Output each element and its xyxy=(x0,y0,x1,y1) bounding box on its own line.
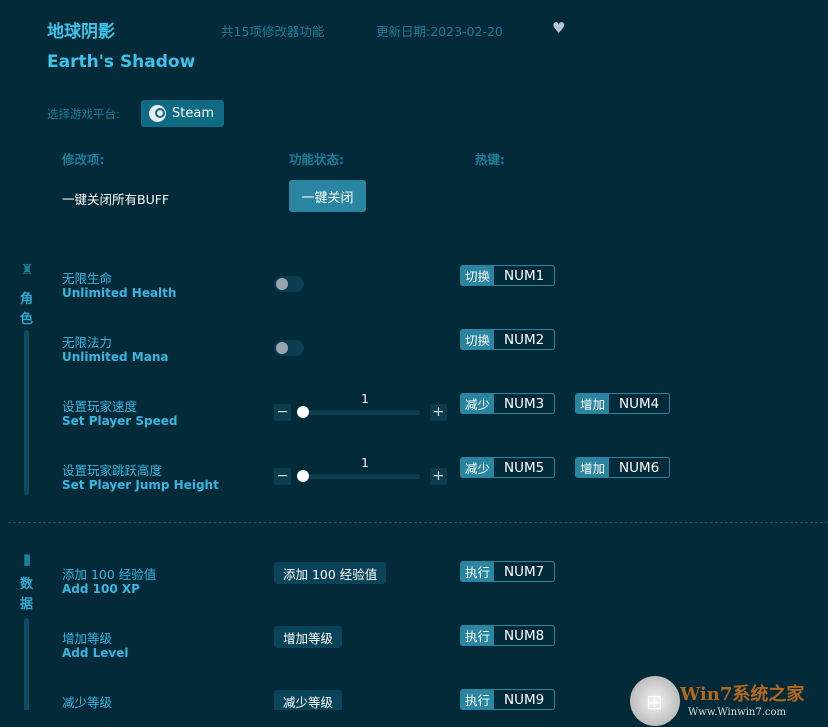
increase-button[interactable]: + xyxy=(430,468,447,485)
feature-toggle[interactable] xyxy=(274,276,304,292)
hotkey-key: NUM5 xyxy=(504,459,545,476)
row-label-cn: 设置玩家速度 xyxy=(62,399,138,414)
action-button[interactable]: 增加等级 xyxy=(274,626,343,648)
hotkey-action: 减少 xyxy=(461,458,495,477)
update-date: 更新日期:2023-02-20 xyxy=(376,24,503,39)
hotkey-badge[interactable]: 切换 NUM1 xyxy=(460,265,556,286)
platform-label: 选择游戏平台: xyxy=(47,107,120,121)
section-scroll-indicator xyxy=(24,618,29,710)
hotkey-badge[interactable]: 减少 NUM3 xyxy=(460,393,556,414)
increase-button[interactable]: + xyxy=(430,404,447,421)
toggle-knob xyxy=(276,342,288,354)
slider-value: 1 xyxy=(361,456,369,470)
hotkey-badge[interactable]: 切换 NUM2 xyxy=(460,329,556,350)
hotkey-badge[interactable]: 增加 NUM6 xyxy=(575,457,671,478)
row-label-en: Set Player Jump Height xyxy=(62,478,219,492)
section-scroll-indicator xyxy=(24,330,29,495)
toggle-knob xyxy=(276,278,288,290)
hotkey-action: 执行 xyxy=(461,690,495,709)
hotkey-badge[interactable]: 执行 NUM7 xyxy=(460,561,556,582)
hotkey-key: NUM2 xyxy=(504,331,545,348)
row-label-cn: 添加 100 经验值 xyxy=(62,567,157,582)
section-label-data: 数 据 xyxy=(20,575,34,615)
feature-toggle[interactable] xyxy=(274,340,304,356)
steam-platform-button[interactable]: Steam xyxy=(141,100,224,127)
action-button[interactable]: 减少等级 xyxy=(274,690,343,710)
section-char: 据 xyxy=(20,597,34,612)
hotkey-key: NUM6 xyxy=(619,459,660,476)
decrease-button[interactable]: − xyxy=(274,404,291,421)
row-label-cn: 无限法力 xyxy=(62,335,113,350)
section-char: 色 xyxy=(20,312,34,327)
section-divider xyxy=(8,522,828,523)
row-label-en: Set Player Speed xyxy=(62,414,178,428)
slider-value: 1 xyxy=(361,392,369,406)
game-title-en: Earth's Shadow xyxy=(47,52,196,72)
feature-count: 共15项修改器功能 xyxy=(221,24,325,39)
hotkey-badge[interactable]: 执行 NUM9 xyxy=(460,689,556,710)
close-all-buff-label: 一键关闭所有BUFF xyxy=(62,192,170,207)
row-label-en: Add Level xyxy=(62,646,129,660)
character-icon: ♜ xyxy=(20,262,34,278)
row-label-en: Add 100 XP xyxy=(62,582,140,596)
column-item: 修改项: xyxy=(62,152,105,167)
hotkey-action: 切换 xyxy=(461,330,495,349)
row-label-cn: 无限生命 xyxy=(62,271,113,286)
row-label-cn: 设置玩家跳跃高度 xyxy=(62,463,163,478)
hotkey-key: NUM3 xyxy=(504,395,545,412)
section-char: 数 xyxy=(20,577,34,592)
hotkey-key: NUM7 xyxy=(504,563,545,580)
column-status: 功能状态: xyxy=(289,152,344,167)
row-label-en: Unlimited Health xyxy=(62,286,177,300)
game-title-cn: 地球阴影 xyxy=(47,22,115,42)
hotkey-badge[interactable]: 执行 NUM8 xyxy=(460,625,556,646)
bar-chart-icon: ▮ xyxy=(22,550,32,568)
hotkey-key: NUM9 xyxy=(504,691,545,708)
hotkey-badge[interactable]: 增加 NUM4 xyxy=(575,393,671,414)
watermark-title: Win7系统之家 xyxy=(680,684,805,705)
hotkey-action: 增加 xyxy=(576,394,610,413)
hotkey-badge[interactable]: 减少 NUM5 xyxy=(460,457,556,478)
row-label-cn: 增加等级 xyxy=(62,631,113,646)
hotkey-action: 增加 xyxy=(576,458,610,477)
hotkey-action: 切换 xyxy=(461,266,495,285)
section-char: 角 xyxy=(20,292,34,307)
close-all-buff-button[interactable]: 一键关闭 xyxy=(289,180,366,212)
hotkey-key: NUM1 xyxy=(504,267,545,284)
decrease-button[interactable]: − xyxy=(274,468,291,485)
hotkey-key: NUM8 xyxy=(504,627,545,644)
slider-thumb[interactable] xyxy=(297,470,309,482)
windows-flag-icon: ⊞ xyxy=(646,690,663,714)
heart-icon[interactable]: ♥ xyxy=(552,19,565,37)
row-label-cn: 减少等级 xyxy=(62,695,113,710)
row-label-en: Unlimited Mana xyxy=(62,350,169,364)
hotkey-key: NUM4 xyxy=(619,395,660,412)
column-hotkey: 热键: xyxy=(475,152,505,167)
action-button[interactable]: 添加 100 经验值 xyxy=(274,562,387,584)
steam-label: Steam xyxy=(172,106,214,121)
hotkey-action: 执行 xyxy=(461,562,495,581)
slider-thumb[interactable] xyxy=(297,406,309,418)
section-label-character: 角 色 xyxy=(20,290,34,330)
hotkey-action: 执行 xyxy=(461,626,495,645)
value-slider-track[interactable] xyxy=(302,474,420,479)
value-slider-track[interactable] xyxy=(302,410,420,415)
steam-icon xyxy=(149,105,166,122)
hotkey-action: 减少 xyxy=(461,394,495,413)
watermark-url: Www.Winwin7.com xyxy=(688,707,786,718)
